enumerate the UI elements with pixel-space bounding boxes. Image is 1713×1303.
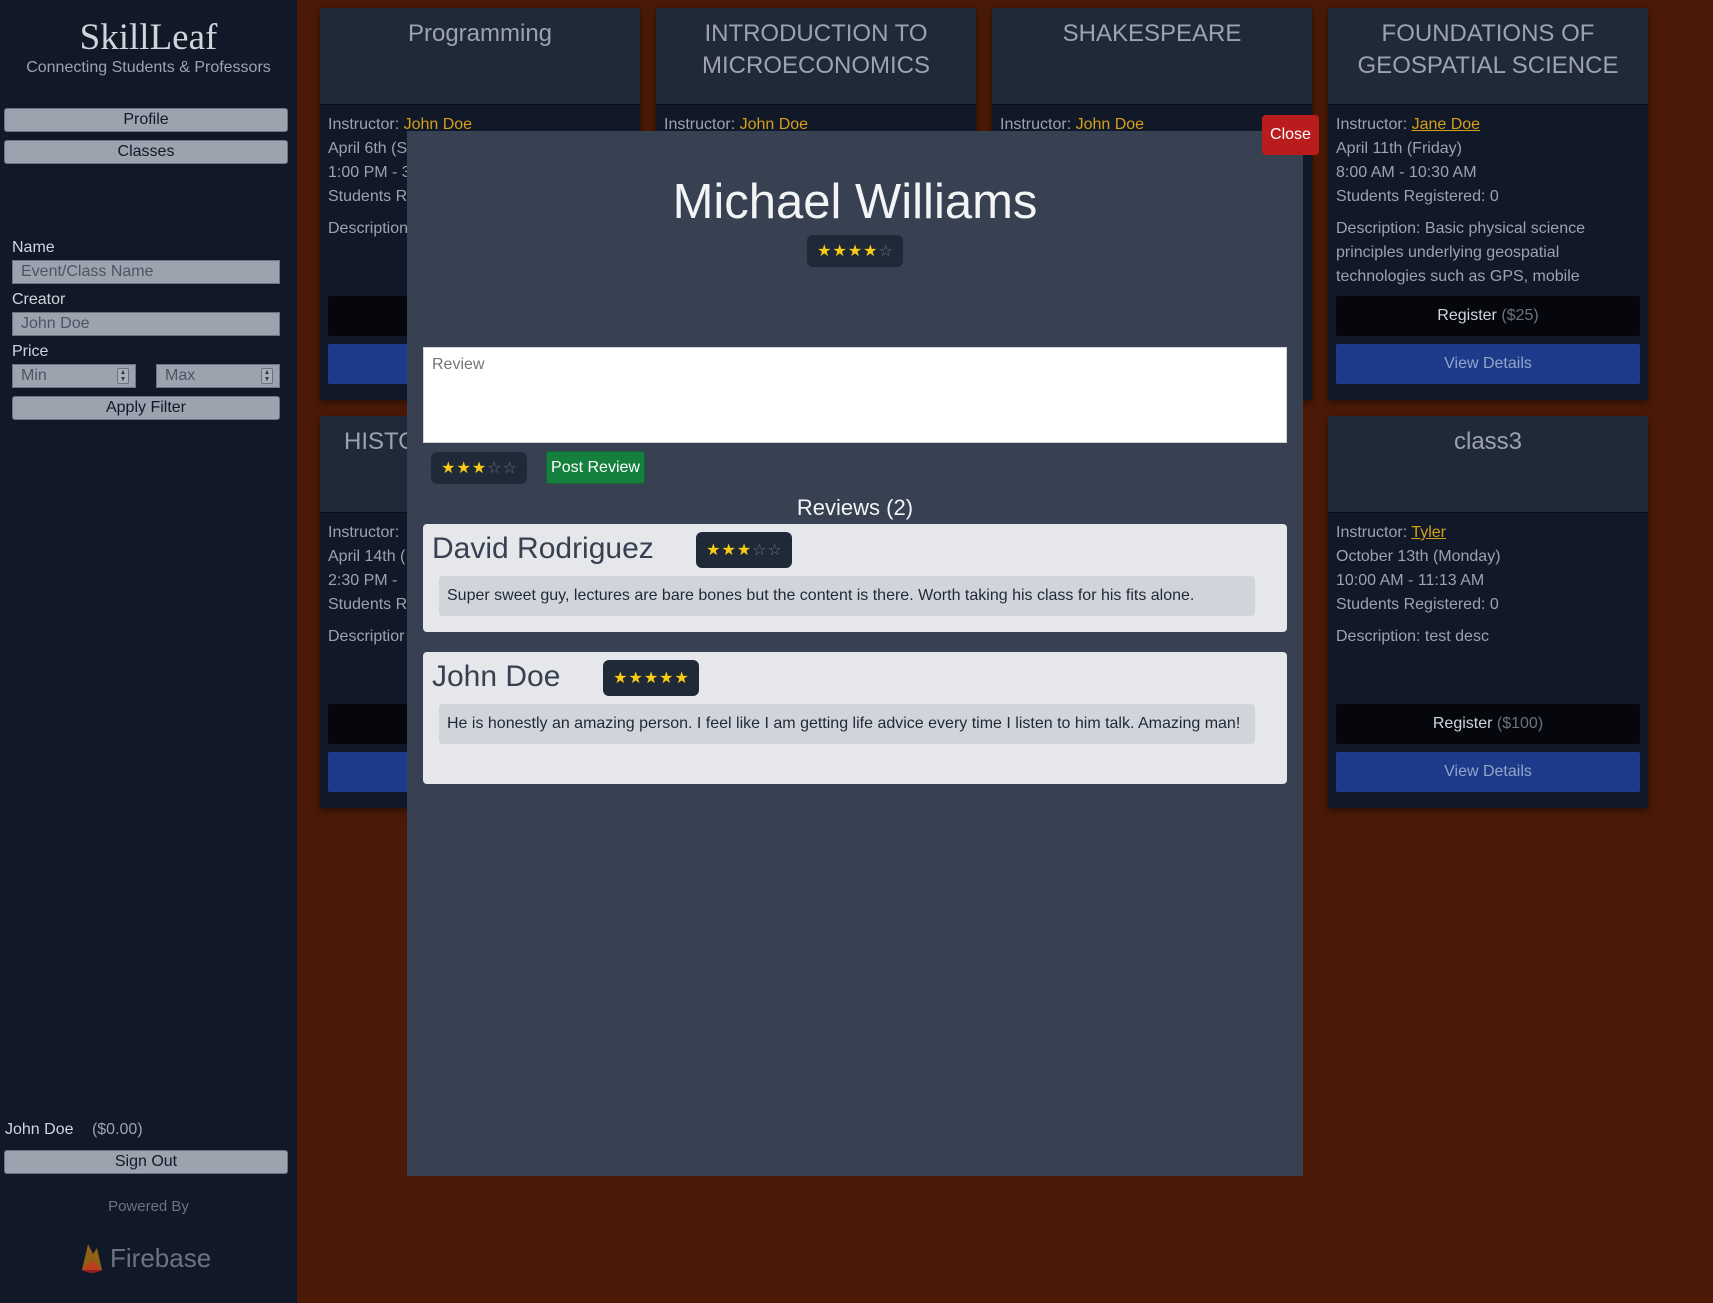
sidebar: SkillLeaf Connecting Students & Professo… (0, 0, 297, 1303)
register-label: Register (1432, 715, 1493, 732)
register-price: ($100) (1496, 715, 1544, 732)
review-rating: ★ ★ ★ ★ ★ (603, 660, 699, 696)
class-card: FOUNDATIONS OF GEOSPATIAL SCIENCE Instru… (1328, 8, 1648, 400)
star-icon[interactable]: ★ (472, 458, 486, 478)
star-icon: ☆ (752, 542, 767, 559)
firebase-flame-icon (82, 1244, 102, 1273)
reviews-heading: Reviews (2) (796, 495, 914, 520)
star-icon: ★ (817, 243, 832, 260)
review-card: John Doe ★ ★ ★ ★ ★ He is honestly an amazing… (423, 652, 1287, 784)
price-max-input[interactable]: Max ▲ ▼ (156, 364, 280, 388)
star-icon: ☆ (767, 542, 782, 559)
creator-filter-input[interactable] (12, 312, 280, 336)
reviewer-name: John Doe (432, 660, 561, 693)
firebase-text: Firebase (110, 1242, 212, 1273)
register-label: Register (1437, 307, 1497, 324)
instructor-link[interactable]: Jane Doe (1412, 116, 1481, 133)
card-title: INTRODUCTION TO MICROECONOMICS (656, 8, 976, 105)
star-icon: ★ (643, 670, 659, 687)
firebase-logo: Firebase (78, 1240, 211, 1276)
user-name: John Doe (5, 1121, 74, 1138)
star-icon: ★ (736, 542, 752, 559)
star-icon: ★ (721, 542, 736, 559)
star-icon: ☆ (878, 243, 893, 260)
view-details-button[interactable]: View Details (1336, 752, 1640, 792)
brand-logo-text: SkillLeaf (79, 17, 218, 58)
professor-name: Michael Williams (672, 175, 1038, 229)
card-description: Description: test desc (1336, 628, 1489, 645)
user-balance: ($0.00) (91, 1121, 143, 1138)
card-students: Students Registered: 0 (1336, 188, 1499, 205)
card-title: SHAKESPEARE (992, 8, 1312, 105)
post-review-button[interactable]: Post Review (546, 451, 645, 484)
review-card: David Rodriguez ★ ★ ★ ☆ ☆ Super sweet guy, l… (423, 524, 1287, 632)
register-button[interactable]: Register ($100) (1336, 704, 1640, 744)
star-icon: ★ (613, 670, 628, 687)
star-icon: ★ (847, 243, 863, 260)
powered-by-label: Powered By (108, 1198, 189, 1215)
current-user: John Doe ($0.00) (5, 1121, 143, 1139)
star-icon: ★ (863, 243, 878, 260)
card-title: class3 (1328, 416, 1648, 513)
star-icon[interactable]: ☆ (503, 458, 517, 478)
reviewer-name: David Rodriguez (432, 532, 654, 565)
professor-modal: Michael Williams ★★★★☆ ★★★☆☆ Post Review… (407, 131, 1303, 1176)
card-time: 10:00 AM - 11:13 AM (1336, 572, 1485, 589)
star-icon: ★ (628, 670, 643, 687)
instructor-label: Instructor: (328, 116, 404, 133)
review-text: Super sweet guy, lectures are bare bones… (439, 576, 1255, 616)
class-card: class3 Instructor: Tyler October 13th (M… (1328, 416, 1648, 808)
instructor-label: Instructor: (1336, 524, 1412, 541)
creator-filter-label: Creator (12, 291, 66, 308)
tagline: Connecting Students & Professors (26, 59, 271, 76)
new-review-rating[interactable]: ★ ★ ★ ☆ ☆ (431, 452, 527, 484)
price-filter-label: Price (12, 343, 49, 360)
spinner-icon[interactable]: ▲ ▼ (117, 368, 129, 384)
card-description: Description: Basic physical science prin… (1336, 220, 1585, 285)
star-icon: ★ (659, 670, 674, 687)
price-min-input[interactable]: Min ▲ ▼ (12, 364, 136, 388)
card-time: 8:00 AM - 10:30 AM (1336, 164, 1477, 181)
instructor-label: Instructor: (1336, 116, 1412, 133)
register-price: ($25) (1501, 307, 1539, 324)
price-min-placeholder: Min (21, 367, 47, 384)
instructor-link[interactable]: Tyler (1411, 524, 1446, 541)
professor-rating: ★ ★ ★ ★ ☆ (807, 235, 903, 267)
spinner-icon[interactable]: ▲ ▼ (261, 368, 273, 384)
star-icon[interactable]: ★ (441, 458, 455, 478)
card-title: Programming (320, 8, 640, 105)
star-icon[interactable]: ★ (456, 458, 470, 478)
review-input[interactable] (423, 347, 1287, 443)
card-date: October 13th (Monday) (1336, 548, 1501, 565)
card-title: FOUNDATIONS OF GEOSPATIAL SCIENCE (1328, 8, 1648, 105)
review-text: He is honestly an amazing person. I feel… (439, 704, 1255, 744)
price-max-placeholder: Max (165, 367, 196, 384)
card-students: Students Registered: 0 (1336, 596, 1499, 613)
star-icon[interactable]: ☆ (487, 458, 501, 478)
classes-button[interactable]: Classes (4, 140, 288, 164)
star-icon: ★ (832, 243, 847, 260)
apply-filter-button[interactable]: Apply Filter (12, 396, 280, 420)
name-filter-label: Name (12, 239, 55, 256)
star-icon: ★ (706, 542, 721, 559)
close-button[interactable]: Close (1262, 115, 1319, 155)
profile-button[interactable]: Profile (4, 108, 288, 132)
star-icon: ★ (674, 670, 689, 687)
name-filter-input[interactable] (12, 260, 280, 284)
register-button[interactable]: Register ($25) (1336, 296, 1640, 336)
review-rating: ★ ★ ★ ☆ ☆ (696, 532, 792, 568)
view-details-button[interactable]: View Details (1336, 344, 1640, 384)
card-date: April 11th (Friday) (1336, 140, 1462, 157)
sign-out-button[interactable]: Sign Out (4, 1150, 288, 1174)
